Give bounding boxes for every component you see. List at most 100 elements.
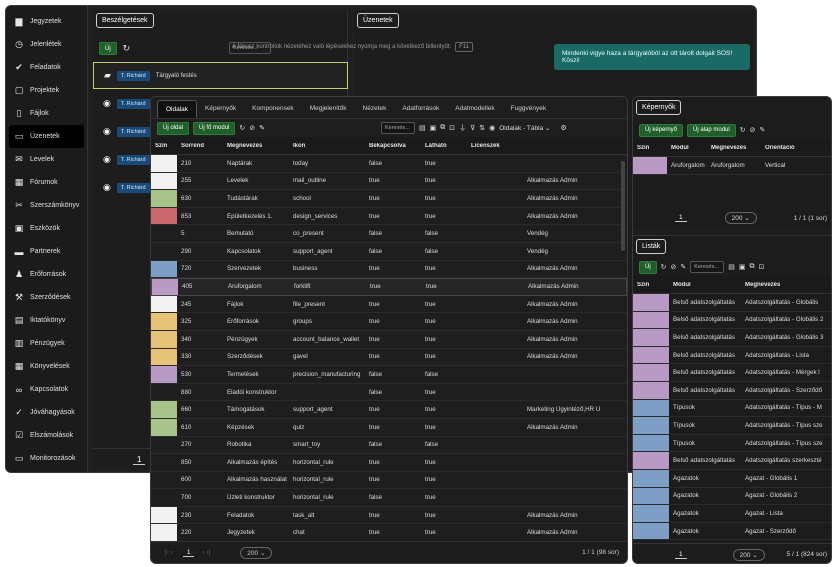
table-row[interactable]: Belső adatszolgáltatás Adatszolgáltatás -…	[633, 381, 831, 400]
copy-icon[interactable]: ⧉	[440, 124, 445, 132]
sidebar-item-5[interactable]: ▭ Üzenetek	[9, 125, 84, 148]
edit-icon[interactable]: ✎	[259, 124, 265, 132]
sidebar-item-9[interactable]: ▣ Eszközök	[6, 217, 87, 240]
edit-icon[interactable]: ✎	[680, 263, 686, 271]
check-circle-icon[interactable]: ⊘	[750, 126, 756, 134]
sidebar-item-7[interactable]: ▦ Fórumok	[6, 171, 87, 194]
refresh-icon[interactable]: ↻	[123, 43, 131, 54]
table-row[interactable]: 600 Alkalmazás használat horizontal_rule tr…	[151, 472, 627, 490]
tab-0[interactable]: Oldalak	[157, 100, 198, 118]
check-circle-icon[interactable]: ⊘	[671, 263, 677, 271]
sidebar-item-8[interactable]: ✂ Szerszámkönyv	[6, 194, 87, 217]
main-scrollbar[interactable]	[621, 161, 625, 251]
tab-4[interactable]: Nézetek	[355, 105, 395, 118]
tab-1[interactable]: Képernyők	[197, 105, 244, 118]
view-select[interactable]: Oldalak - Tábla ⌄	[499, 124, 550, 132]
table-row[interactable]: 880 Eladói konstruktor false true	[151, 384, 627, 402]
screens-page[interactable]: 1	[675, 214, 687, 222]
new-base-module-button[interactable]: Új alap modul	[687, 123, 736, 137]
table-row[interactable]: 405 Áruforgalom forklift true true Alkalmazás…	[151, 278, 627, 296]
table-row[interactable]: Ágazatok Ágazat - Szerződő	[633, 522, 831, 541]
column-header[interactable]: Megnevezés	[707, 145, 761, 151]
column-header[interactable]: Bekapcsolva	[365, 143, 421, 149]
column-header[interactable]: Megnevezés	[223, 143, 289, 149]
table-row[interactable]: Belső adatszolgáltatás Adatszolgáltatás -…	[633, 329, 831, 347]
eye-icon[interactable]: ◉	[489, 124, 495, 132]
sidebar-item-18[interactable]: ☑ Elszámolások	[6, 424, 87, 447]
table-row[interactable]: 270 Robotika smart_toy false false	[151, 437, 627, 455]
table-row[interactable]: Ágazatok Ágazat - Globális 1	[633, 469, 831, 488]
table-row[interactable]: 660 Támogatások support_agent true true Marke…	[151, 401, 627, 419]
column-header[interactable]: Modul	[669, 282, 741, 288]
table-row[interactable]: 700 Üzleti konstruktor horizontal_rule fals…	[151, 489, 627, 507]
table-row[interactable]: 850 Alkalmazás építés horizontal_rule true t…	[151, 454, 627, 472]
sidebar-item-15[interactable]: ▦ Könyvelések	[6, 355, 87, 378]
settings-icon[interactable]: ⚙	[560, 124, 566, 132]
tab-3[interactable]: Megjelenítők	[302, 105, 355, 118]
table-row[interactable]: 340 Pénzügyek account_balance_wallet true tr…	[151, 330, 627, 349]
table-row[interactable]: Áruforgalom Áruforgalom Vertical	[633, 157, 831, 175]
filter-clear-icon[interactable]: ⊽	[470, 124, 475, 132]
new-page-button[interactable]: Új oldal	[157, 121, 190, 135]
sidebar-item-3[interactable]: ▢ Projektek	[6, 79, 87, 102]
table-row[interactable]: 853 Épületkezelés 1. design_services true tr…	[151, 207, 627, 226]
column-header[interactable]: Ikon	[289, 143, 365, 149]
lists-search-input[interactable]: Keresés...	[690, 261, 725, 273]
table-row[interactable]: Belső adatszolgáltatás Adatszolgáltatás s…	[633, 452, 831, 470]
sidebar-item-13[interactable]: ▤ Iktatókönyv	[6, 309, 87, 332]
table-row[interactable]: Típusok Adatszolgáltatás - Típus sze	[633, 417, 831, 435]
column-header[interactable]: Orientáció	[761, 145, 821, 151]
column-header[interactable]: Szín	[151, 143, 177, 149]
sidebar-item-19[interactable]: ▭ Monitorozások	[6, 447, 87, 470]
table-row[interactable]: 290 Kapcsolatok support_agent false false Ven…	[151, 243, 627, 261]
columns-icon[interactable]: ▣	[739, 263, 746, 271]
new-screen-button[interactable]: Új képernyő	[639, 123, 684, 137]
table-row[interactable]: 325 Erőforrások groups true true Alkalmazás A…	[151, 313, 627, 331]
column-header[interactable]: Szín	[633, 145, 667, 151]
screens-page-size-select[interactable]: 200 ⌄	[724, 212, 757, 224]
lists-page-size-select[interactable]: 200 ⌄	[732, 548, 765, 561]
table-row[interactable]: Típusok Adatszolgáltatás - Típus sze	[633, 434, 831, 453]
table-row[interactable]: 220 Jegyzetek chat true true Alkalmazás Admin	[151, 524, 627, 543]
sidebar-item-0[interactable]: ▆ Jegyzetek	[6, 10, 87, 33]
columns-icon[interactable]: ▣	[430, 124, 437, 132]
sidebar-item-12[interactable]: ⚒ Szerződések	[6, 286, 87, 309]
main-page-size-select[interactable]: 200 ⌄	[240, 546, 273, 559]
table-row[interactable]: 530 Termelések precision_manufacturing fals…	[151, 366, 627, 384]
table-row[interactable]: 630 Tudástárak school true true Alkalmazás Ad…	[151, 190, 627, 208]
column-header[interactable]: Látható	[421, 143, 467, 149]
column-header[interactable]: Megnevezés	[741, 282, 829, 288]
tab-7[interactable]: Fuggvények	[503, 105, 554, 118]
table-row[interactable]: 210 Naptárak today false true	[151, 155, 627, 173]
copy-icon[interactable]: ⧉	[750, 263, 755, 271]
table-row[interactable]: 330 Szerződések gavel true true Alkalmazás Ad…	[151, 348, 627, 367]
table-row[interactable]: 230 Feladatok task_alt true true Alkalmazás A…	[151, 506, 627, 525]
table-row[interactable]: 255 Levelek mail_outline true true Alkalmazás…	[151, 172, 627, 191]
table-row[interactable]: Ágazatok Ágazat - Lista	[633, 505, 831, 523]
sidebar-item-1[interactable]: ◷ Jelenlétek	[6, 33, 87, 56]
tab-5[interactable]: Adatforrások	[394, 105, 447, 118]
table-icon[interactable]: ▤	[728, 263, 735, 271]
table-row[interactable]: 610 Képzések quiz true true Alkalmazás Admin	[151, 418, 627, 437]
tab-6[interactable]: Adatmodellek	[447, 105, 502, 118]
new-module-button[interactable]: Új fő modul	[193, 121, 236, 135]
table-row[interactable]: Belső adatszolgáltatás Adatszolgáltatás -…	[633, 311, 831, 330]
tab-2[interactable]: Komponensek	[244, 105, 302, 118]
check-circle-icon[interactable]: ⊘	[249, 124, 255, 132]
main-page[interactable]: 1	[182, 549, 195, 557]
column-header[interactable]: Licenszek	[467, 143, 523, 149]
column-header[interactable]: Szín	[633, 282, 669, 288]
filter-icon[interactable]: ⏚	[459, 123, 466, 133]
lists-page[interactable]: 1	[675, 551, 687, 559]
new-conversation-button[interactable]: Új	[99, 42, 117, 55]
column-header[interactable]: Sorrend	[177, 143, 223, 149]
table-row[interactable]: Típusok Adatszolgáltatás - Típus - M	[633, 399, 831, 418]
table-row[interactable]: Belső adatszolgáltatás Adatszolgáltatás -…	[633, 346, 831, 365]
table-row[interactable]: 5 Bemutató co_present false false Vendég	[151, 225, 627, 243]
conversations-page[interactable]: 1	[133, 455, 146, 465]
refresh-icon[interactable]: ↻	[740, 126, 746, 134]
table-row[interactable]: Ágazatok Ágazat - Globális 2	[633, 487, 831, 506]
export-icon[interactable]: ⊡	[759, 263, 765, 271]
sidebar-item-11[interactable]: ♟ Erőforrások	[6, 263, 87, 286]
table-icon[interactable]: ▤	[419, 124, 426, 132]
